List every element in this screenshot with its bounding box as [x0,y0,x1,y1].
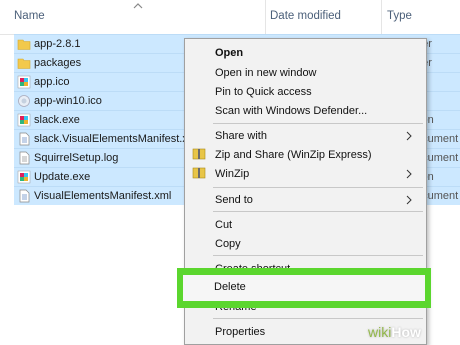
column-divider[interactable] [381,0,382,34]
menu-item-copy[interactable]: Copy [215,238,241,250]
menu-separator [213,187,423,188]
slack-app-icon [17,75,31,89]
winzip-icon [192,148,206,160]
text-file-icon [19,151,30,165]
menu-item-pin-quick-access[interactable]: Pin to Quick access [215,86,312,98]
chevron-right-icon [406,195,412,205]
menu-separator [213,123,423,124]
sort-ascending-icon [133,3,143,9]
column-type-header[interactable]: Type [387,10,412,22]
watermark-wiki: wiki [368,324,392,340]
column-header: Name Date modified Type [0,0,460,35]
menu-item-properties[interactable]: Properties [215,326,265,338]
watermark-how: How [391,324,421,340]
delete-highlight: Delete [177,268,431,308]
winzip-icon [192,167,206,179]
menu-item-delete-label: Delete [214,281,246,293]
file-name: Update.exe [34,171,91,183]
xml-file-icon [19,189,30,203]
file-name: VisualElementsManifest.xml [34,190,172,202]
file-name: app-2.8.1 [34,38,81,50]
menu-item-scan-defender[interactable]: Scan with Windows Defender... [215,105,367,117]
xml-file-icon [19,132,30,146]
menu-item-open-new-window[interactable]: Open in new window [215,67,317,79]
menu-item-share-with[interactable]: Share with [215,130,267,142]
file-name: slack.exe [34,114,80,126]
menu-separator [213,318,423,319]
menu-item-zip-share[interactable]: Zip and Share (WinZip Express) [215,149,372,161]
folder-icon [17,58,31,69]
update-exe-icon [17,170,31,184]
menu-item-winzip[interactable]: WinZip [215,168,249,180]
ico-file-icon [18,95,30,107]
column-name-header[interactable]: Name [14,10,45,22]
slack-app-icon [17,113,31,127]
chevron-right-icon [406,169,412,179]
menu-separator [213,255,423,256]
file-name: packages [34,57,82,69]
menu-item-open[interactable]: Open [215,47,243,59]
file-name: SquirrelSetup.log [34,152,119,164]
menu-item-cut[interactable]: Cut [215,219,232,231]
file-name: app-win10.ico [34,95,102,107]
wikihow-watermark: wikiHow [368,324,421,340]
menu-separator [213,211,423,212]
file-name: app.ico [34,76,70,88]
menu-item-send-to[interactable]: Send to [215,194,253,206]
menu-item-delete[interactable]: Delete [183,275,425,301]
column-divider[interactable] [265,0,266,34]
file-name: slack.VisualElementsManifest.xml [34,133,200,145]
column-date-header[interactable]: Date modified [270,10,341,22]
folder-icon [17,39,31,50]
chevron-right-icon [406,131,412,141]
